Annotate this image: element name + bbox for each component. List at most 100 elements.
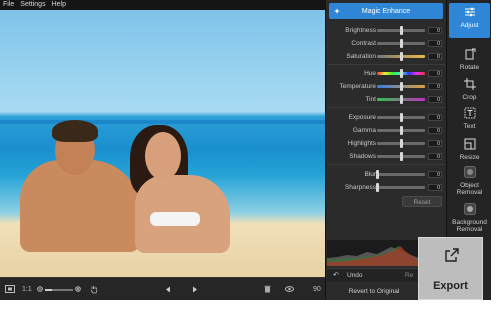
shadows-slider-thumb[interactable]: [400, 152, 403, 161]
temperature-slider[interactable]: [377, 82, 425, 91]
highlights-value[interactable]: 0: [428, 140, 442, 147]
photo-man-hair: [52, 120, 98, 142]
hue-value[interactable]: 0: [428, 70, 442, 77]
temperature-label: Temperature: [339, 83, 377, 90]
text-icon: [449, 107, 490, 121]
saturation-label: Saturation: [346, 53, 376, 60]
blur-value[interactable]: 0: [428, 171, 442, 178]
crop-icon: [449, 78, 490, 92]
brightness-slider-thumb[interactable]: [400, 26, 403, 35]
photo-editor-window: File Settings Help 1:1 90 ✦ Magic Enhanc…: [0, 0, 491, 300]
tool-rotate[interactable]: Rotate: [449, 45, 490, 71]
tint-value[interactable]: 0: [428, 96, 442, 103]
next-image-icon[interactable]: [192, 278, 198, 300]
export-button[interactable]: Export: [418, 237, 483, 300]
exposure-slider-thumb[interactable]: [400, 113, 403, 122]
adjust-icon: [449, 6, 490, 20]
temperature-slider-thumb[interactable]: [400, 82, 403, 91]
blur-slider[interactable]: [376, 170, 425, 179]
slider-group-light: Exposure 0 Gamma 0 Highlights 0 Shadows 0: [326, 111, 447, 163]
gamma-value[interactable]: 0: [428, 127, 442, 134]
tint-slider-thumb[interactable]: [400, 95, 403, 104]
highlights-slider-thumb[interactable]: [400, 139, 403, 148]
ratio-label[interactable]: 1:1: [22, 278, 32, 300]
hand-tool-icon[interactable]: [90, 278, 98, 300]
rotate-icon: [449, 48, 490, 62]
contrast-slider[interactable]: [377, 39, 425, 48]
tint-slider[interactable]: [377, 95, 425, 104]
tool-adjust-label: Adjust: [460, 22, 479, 29]
sharpness-slider-thumb[interactable]: [376, 183, 379, 192]
hue-label: Hue: [364, 70, 376, 77]
menu-settings[interactable]: Settings: [20, 0, 45, 10]
tool-text[interactable]: Text: [449, 104, 490, 131]
shadows-value[interactable]: 0: [428, 153, 442, 160]
divider: [328, 164, 445, 165]
menu-file[interactable]: File: [3, 0, 14, 10]
tool-object-removal[interactable]: Object Removal: [449, 163, 490, 196]
previous-image-icon[interactable]: [165, 278, 171, 300]
histogram: [327, 240, 419, 266]
tool-resize[interactable]: Resize: [449, 135, 490, 161]
tool-crop-label: Crop: [462, 94, 477, 101]
undo-button[interactable]: Undo: [347, 269, 363, 282]
saturation-slider-thumb[interactable]: [400, 52, 403, 61]
sharpness-slider[interactable]: [376, 183, 425, 192]
saturation-value[interactable]: 0: [428, 53, 442, 60]
resize-icon: [449, 138, 490, 152]
hue-slider[interactable]: [377, 69, 425, 78]
highlights-slider-row: Highlights 0: [326, 137, 447, 150]
highlights-slider[interactable]: [377, 139, 425, 148]
preview-eye-icon[interactable]: [285, 278, 294, 300]
contrast-slider-row: Contrast 0: [326, 37, 447, 50]
object-removal-icon: [449, 166, 490, 180]
zoom-slider[interactable]: [45, 289, 73, 291]
brightness-label: Brightness: [345, 27, 376, 34]
reset-button[interactable]: Reset: [402, 196, 442, 207]
magic-enhance-button[interactable]: ✦ Magic Enhance: [329, 3, 443, 19]
tool-rotate-label: Rotate: [459, 64, 480, 71]
undo-icon[interactable]: ↶: [333, 269, 339, 282]
contrast-value[interactable]: 0: [428, 40, 442, 47]
divider: [328, 107, 445, 108]
revert-to-original-button[interactable]: Revert to Original: [327, 285, 421, 299]
contrast-slider-thumb[interactable]: [400, 39, 403, 48]
divider: [328, 64, 445, 65]
export-label: Export: [433, 280, 468, 292]
brightness-slider[interactable]: [377, 26, 425, 35]
tool-background-removal[interactable]: Background Removal: [449, 200, 490, 240]
exposure-slider-row: Exposure 0: [326, 111, 447, 124]
shadows-slider[interactable]: [377, 152, 425, 161]
blur-slider-row: Blur 0: [326, 168, 447, 181]
zoom-out-icon[interactable]: [37, 278, 44, 300]
sharpness-slider-row: Sharpness 0: [326, 181, 447, 194]
brightness-value[interactable]: 0: [428, 27, 442, 34]
exposure-value[interactable]: 0: [428, 114, 442, 121]
gamma-slider-thumb[interactable]: [400, 126, 403, 135]
menu-help[interactable]: Help: [52, 0, 66, 10]
blur-slider-thumb[interactable]: [376, 170, 379, 179]
tool-crop[interactable]: Crop: [449, 75, 490, 101]
delete-icon[interactable]: [264, 278, 271, 300]
hue-slider-thumb[interactable]: [400, 69, 403, 78]
photo-canvas[interactable]: [0, 10, 325, 277]
export-icon: [445, 248, 459, 262]
sharpness-label: Sharpness: [344, 184, 376, 191]
temperature-value[interactable]: 0: [428, 83, 442, 90]
sharpness-value[interactable]: 0: [428, 184, 442, 191]
blur-label: Blur: [364, 171, 376, 178]
fit-screen-icon[interactable]: [5, 278, 15, 300]
zoom-slider-fill: [45, 289, 52, 291]
magic-enhance-label: Magic Enhance: [361, 7, 411, 15]
tint-slider-row: Tint 0: [326, 93, 447, 106]
zoom-in-icon[interactable]: [75, 278, 82, 300]
saturation-slider[interactable]: [377, 52, 425, 61]
tool-adjust[interactable]: Adjust: [449, 3, 490, 38]
exposure-slider[interactable]: [377, 113, 425, 122]
gamma-slider[interactable]: [377, 126, 425, 135]
tool-background-removal-label: Background Removal: [452, 219, 487, 233]
brightness-slider-row: Brightness 0: [326, 24, 447, 37]
exposure-label: Exposure: [348, 114, 376, 121]
redo-button[interactable]: Re: [405, 269, 413, 282]
zoom-percent: 90: [313, 286, 321, 293]
